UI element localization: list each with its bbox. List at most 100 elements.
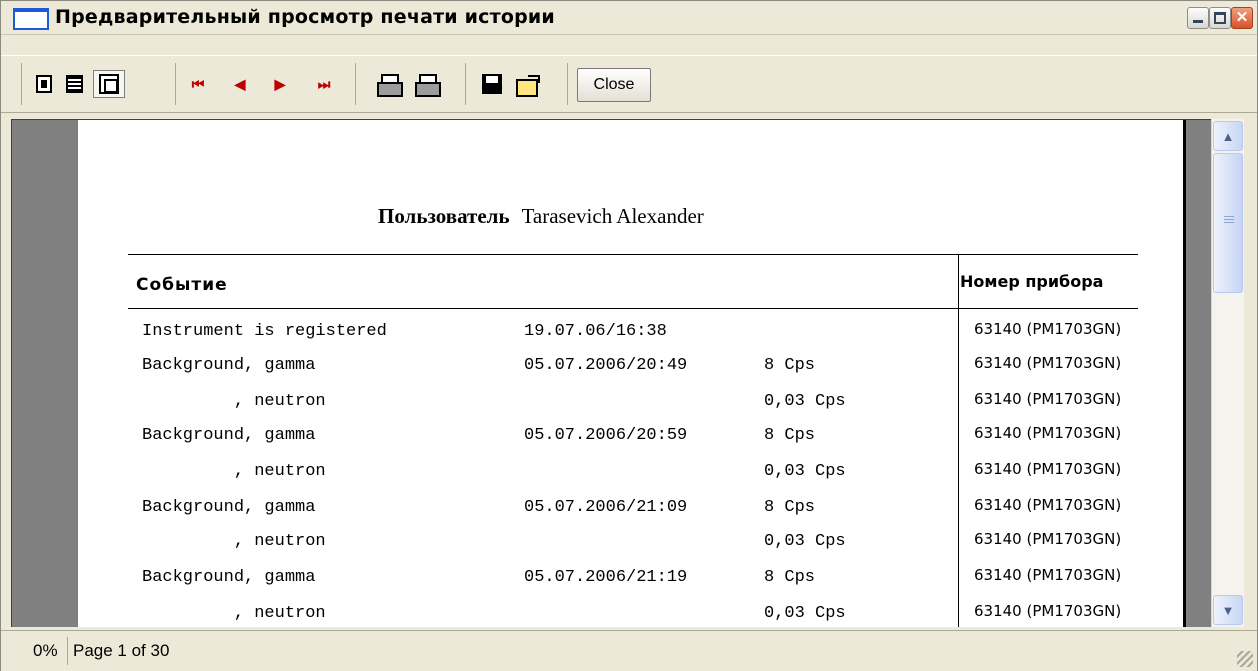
page-indicator: Page 1 of 30 [73,641,170,660]
next-page-button[interactable]: ▶ [267,70,293,98]
next-page-icon: ▶ [274,75,286,92]
device-cell: 63140 (PM1703GN) [974,602,1122,620]
window-close-button[interactable]: ✕ [1231,7,1253,29]
device-cell: 63140 (PM1703GN) [974,496,1122,514]
toolbar-separator [21,63,22,105]
chevron-up-icon: ▲ [1221,128,1235,144]
value-cell: 8 Cps [764,498,816,517]
toolbar-separator [175,63,176,105]
event-cell: Background, gamma [142,426,316,445]
header-bottom-rule [128,308,1138,309]
save-icon [482,74,502,94]
user-label: Пользователь [378,204,510,228]
event-cell: , neutron [142,392,326,411]
save-button[interactable] [479,70,505,98]
title-bar[interactable]: Предварительный просмотр печати истории … [1,1,1257,35]
table-row: Background, gamma 05.07.2006/20:49 8 Cps 63… [78,354,1178,386]
print-setup-button[interactable] [375,70,403,98]
value-cell: 0,03 Cps [764,392,846,411]
device-cell: 63140 (PM1703GN) [974,390,1122,408]
printer-icon [415,74,441,97]
maximize-button[interactable] [1209,7,1231,29]
value-cell: 0,03 Cps [764,604,846,623]
event-cell: Background, gamma [142,356,316,375]
table-row: Background, gamma 05.07.2006/21:09 8 Cps 63… [78,496,1178,528]
toolbar-separator [355,63,356,105]
event-cell: , neutron [142,462,326,481]
minimize-icon [1193,20,1203,23]
toolbar-separator [567,63,568,105]
date-cell: 05.07.2006/20:59 [524,426,688,445]
zoom-level: 0% [33,641,58,660]
print-button[interactable] [413,70,441,98]
preview-area[interactable]: Пользователь Tarasevich Alexander Событие… [11,119,1211,627]
open-button[interactable] [515,70,541,98]
event-cell: , neutron [142,532,326,551]
device-cell: 63140 (PM1703GN) [974,530,1122,548]
last-page-icon: ⏭ [317,75,331,92]
event-cell: , neutron [142,604,326,623]
close-icon: ✕ [1235,9,1249,26]
vertical-scrollbar[interactable]: ▲ ▼ [1211,119,1244,627]
event-column-header: Событие [136,275,228,295]
toolbar-separator [465,63,466,105]
table-row: Instrument is registered 19.07.06/16:38 63… [78,320,1178,352]
value-cell: 0,03 Cps [764,532,846,551]
date-cell: 05.07.2006/20:49 [524,356,688,375]
device-cell: 63140 (PM1703GN) [974,566,1122,584]
table-row: Background, gamma 05.07.2006/21:19 8 Cps 63… [78,566,1178,598]
window-title: Предварительный просмотр печати истории [55,6,555,28]
single-page-icon [36,75,52,93]
window-icon [13,8,49,30]
chevron-down-icon: ▼ [1221,602,1235,618]
previous-page-button[interactable]: ◀ [227,70,253,98]
open-folder-icon [516,74,540,97]
table-top-rule [128,254,1138,255]
user-name: Tarasevich Alexander [521,204,704,228]
grip-icon [1224,216,1234,224]
table-row: , neutron 0,03 Cps 63140 (PM1703GN) [78,460,1178,492]
value-cell: 0,03 Cps [764,462,846,481]
page-width-icon [65,75,83,93]
event-cell: Background, gamma [142,498,316,517]
single-page-button[interactable] [31,70,57,98]
table-row: , neutron 0,03 Cps 63140 (PM1703GN) [78,530,1178,562]
first-page-icon: ⏮ [191,75,205,92]
table-row: Background, gamma 05.07.2006/20:59 8 Cps 63… [78,424,1178,456]
table-row: , neutron 0,03 Cps 63140 (PM1703GN) [78,602,1178,627]
close-button[interactable]: Close [577,68,651,102]
print-preview-window: Предварительный просмотр печати истории … [0,0,1258,671]
fit-page-icon [99,74,119,94]
toolbar: ⏮ ◀ ▶ ⏭ Close [1,55,1257,113]
date-cell: 05.07.2006/21:09 [524,498,688,517]
scroll-down-button[interactable]: ▼ [1213,595,1243,625]
date-cell: 05.07.2006/21:19 [524,568,688,587]
device-cell: 63140 (PM1703GN) [974,354,1122,372]
maximize-icon [1214,12,1226,24]
fit-page-button[interactable] [93,70,125,98]
value-cell: 8 Cps [764,426,816,445]
event-cell: Background, gamma [142,568,316,587]
print-setup-icon [377,74,403,97]
minimize-button[interactable] [1187,7,1209,29]
page-width-button[interactable] [61,70,87,98]
table-row: , neutron 0,03 Cps 63140 (PM1703GN) [78,390,1178,422]
report-page: Пользователь Tarasevich Alexander Событие… [78,120,1186,627]
event-cell: Instrument is registered [142,322,387,341]
user-line: Пользователь Tarasevich Alexander [378,204,704,229]
previous-page-icon: ◀ [234,75,246,92]
first-page-button[interactable]: ⏮ [185,70,211,98]
status-divider [67,637,68,665]
device-cell: 63140 (PM1703GN) [974,424,1122,442]
device-cell: 63140 (PM1703GN) [974,320,1122,338]
date-cell: 19.07.06/16:38 [524,322,667,341]
status-bar: 0% Page 1 of 30 [1,630,1257,671]
value-cell: 8 Cps [764,356,816,375]
device-column-header: Номер прибора [960,272,1104,291]
resize-grip-icon[interactable] [1237,651,1253,667]
device-cell: 63140 (PM1703GN) [974,460,1122,478]
scroll-thumb[interactable] [1213,153,1243,293]
scroll-up-button[interactable]: ▲ [1213,121,1243,151]
value-cell: 8 Cps [764,568,816,587]
last-page-button[interactable]: ⏭ [311,70,337,98]
